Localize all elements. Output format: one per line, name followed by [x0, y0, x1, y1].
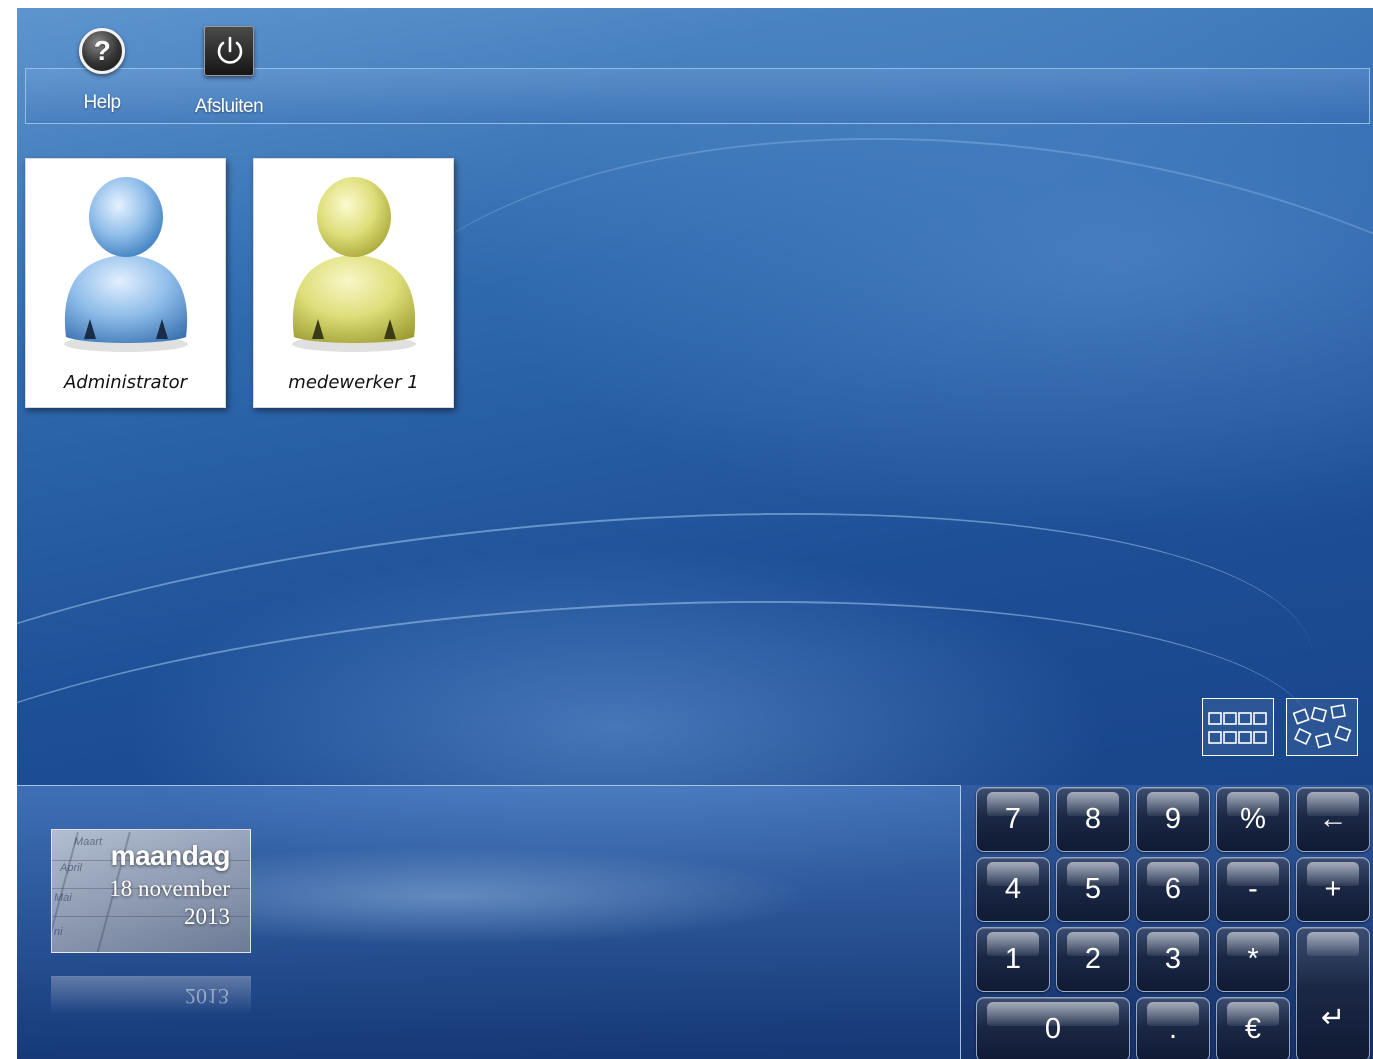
- info-panel: Maart April Mai ni maandag 18 november 2…: [17, 785, 961, 1059]
- key-label: 8: [1084, 803, 1102, 835]
- user-name: Administrator: [63, 372, 188, 393]
- user-yellow-icon: [292, 177, 416, 352]
- user-tile-administrator[interactable]: Administrator: [25, 158, 226, 408]
- user-tile-medewerker-1[interactable]: medewerker 1: [253, 158, 454, 408]
- key-decimal[interactable]: .: [1136, 997, 1210, 1059]
- key-label: €: [1244, 1013, 1262, 1045]
- key-label: %: [1240, 803, 1266, 835]
- key-9[interactable]: 9: [1136, 787, 1210, 852]
- year: 2013: [184, 904, 230, 929]
- key-label: 9: [1164, 803, 1182, 835]
- grid-view-icon: [1208, 712, 1267, 744]
- calendar-month: Mai: [54, 892, 72, 904]
- key-label: +: [1324, 873, 1342, 905]
- help-label: Help: [83, 92, 121, 113]
- key-label: -: [1248, 873, 1258, 905]
- power-icon: [204, 26, 254, 76]
- backspace-icon: ←: [1318, 803, 1348, 835]
- help-button[interactable]: ? Help: [57, 28, 147, 128]
- key-label: 0: [1044, 1013, 1062, 1045]
- key-6[interactable]: 6: [1136, 857, 1210, 922]
- calendar-month: April: [60, 862, 83, 874]
- user-blue-icon: [64, 177, 188, 352]
- key-label: 3: [1164, 943, 1182, 975]
- key-minus[interactable]: -: [1216, 857, 1290, 922]
- date-widget: Maart April Mai ni maandag 18 november 2…: [51, 829, 251, 953]
- numpad: 7 8 9 % ← 4 5 6 - + 1 2 3 * ↵ 0 . €: [961, 785, 1373, 1059]
- date-reflection: 2013: [51, 976, 251, 1014]
- key-1[interactable]: 1: [976, 927, 1050, 992]
- key-backspace[interactable]: ←: [1296, 787, 1370, 852]
- key-7[interactable]: 7: [976, 787, 1050, 852]
- calendar-month: ni: [54, 926, 63, 938]
- key-label: 1: [1004, 943, 1022, 975]
- scattered-view-button[interactable]: [1286, 698, 1358, 756]
- shutdown-button[interactable]: Afsluiten: [184, 26, 274, 128]
- key-5[interactable]: 5: [1056, 857, 1130, 922]
- year-reflection: 2013: [185, 984, 229, 1009]
- key-plus[interactable]: +: [1296, 857, 1370, 922]
- key-0[interactable]: 0: [976, 997, 1130, 1059]
- key-euro[interactable]: €: [1216, 997, 1290, 1059]
- key-3[interactable]: 3: [1136, 927, 1210, 992]
- scattered-view-icon: [1292, 704, 1352, 749]
- key-label: 5: [1084, 873, 1102, 905]
- enter-icon: ↵: [1320, 1002, 1346, 1034]
- key-percent[interactable]: %: [1216, 787, 1290, 852]
- key-4[interactable]: 4: [976, 857, 1050, 922]
- help-icon: ?: [79, 28, 125, 74]
- desktop-background: ? Help Afsluiten Administrator medewerke…: [17, 8, 1373, 1059]
- key-label: 6: [1164, 873, 1182, 905]
- key-multiply[interactable]: *: [1216, 927, 1290, 992]
- shutdown-label: Afsluiten: [194, 96, 264, 117]
- key-label: .: [1168, 1013, 1178, 1045]
- grid-view-button[interactable]: [1202, 698, 1274, 756]
- key-label: *: [1247, 943, 1259, 975]
- key-label: 2: [1084, 943, 1102, 975]
- date: 18 november: [109, 876, 230, 901]
- calendar-month: Maart: [74, 836, 103, 848]
- key-enter[interactable]: ↵: [1296, 927, 1370, 1059]
- user-name: medewerker 1: [288, 372, 419, 393]
- key-8[interactable]: 8: [1056, 787, 1130, 852]
- key-label: 7: [1004, 803, 1022, 835]
- key-2[interactable]: 2: [1056, 927, 1130, 992]
- weekday: maandag: [110, 840, 231, 871]
- key-label: 4: [1004, 873, 1022, 905]
